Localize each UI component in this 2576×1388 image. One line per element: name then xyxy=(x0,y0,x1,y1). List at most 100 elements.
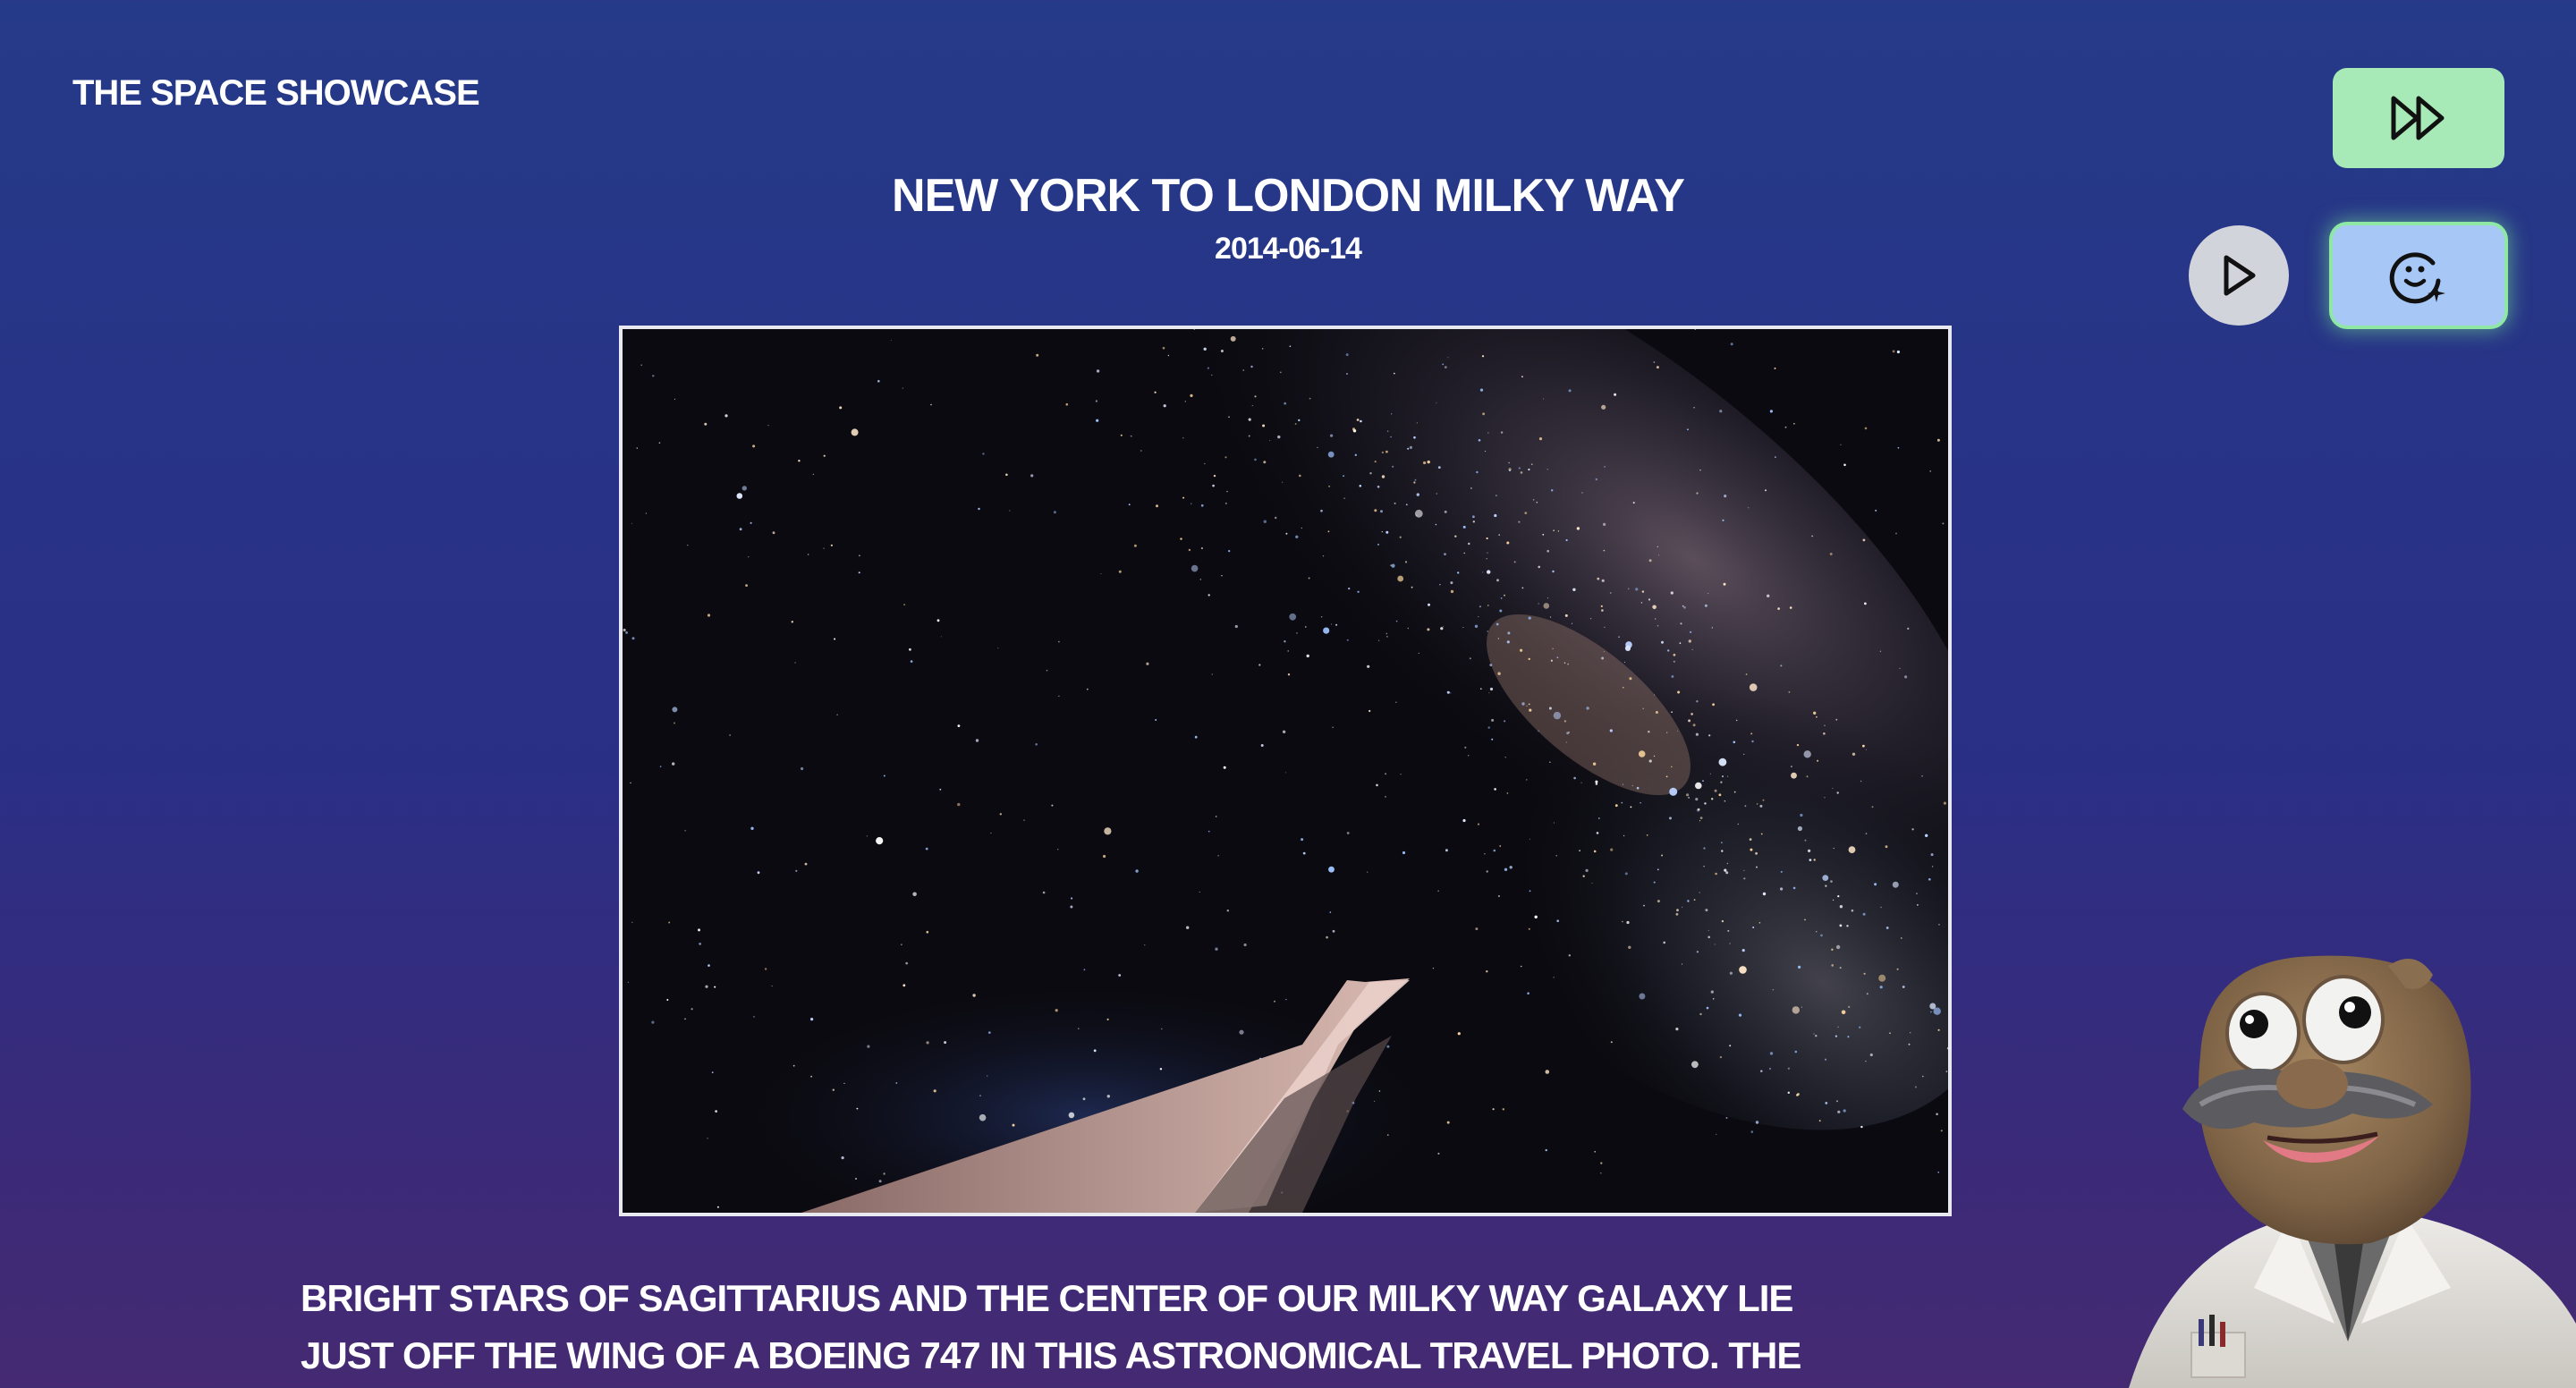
star xyxy=(1217,855,1219,857)
star xyxy=(1180,537,1182,540)
star xyxy=(1648,559,1652,563)
star xyxy=(856,1107,859,1110)
star xyxy=(1263,520,1267,523)
star xyxy=(1155,719,1157,721)
star xyxy=(1839,967,1842,969)
star xyxy=(659,766,662,767)
star xyxy=(1494,788,1496,791)
star xyxy=(631,522,632,524)
star xyxy=(1369,472,1372,475)
star xyxy=(1661,640,1664,644)
star xyxy=(1096,369,1100,373)
star xyxy=(1248,435,1250,437)
star xyxy=(979,1095,981,1096)
star xyxy=(1772,989,1774,991)
star xyxy=(1618,636,1620,638)
star xyxy=(1507,631,1511,635)
star xyxy=(1829,553,1833,555)
star xyxy=(691,1008,693,1011)
star xyxy=(1546,597,1549,599)
star xyxy=(1835,718,1838,721)
star xyxy=(1343,497,1345,499)
star xyxy=(1520,471,1523,474)
star xyxy=(1411,586,1413,588)
star xyxy=(1936,1113,1938,1116)
star xyxy=(1938,924,1940,926)
star xyxy=(1879,986,1883,989)
star xyxy=(1387,430,1389,432)
star xyxy=(1769,1068,1771,1070)
star xyxy=(1204,462,1206,465)
star xyxy=(1450,589,1454,594)
star xyxy=(1825,884,1827,887)
site-title: THE SPACE SHOWCASE xyxy=(72,73,480,113)
star xyxy=(1928,878,1931,881)
star xyxy=(1943,801,1946,805)
star xyxy=(1254,458,1257,461)
star xyxy=(1696,951,1699,953)
star xyxy=(1610,1041,1613,1044)
star xyxy=(1190,394,1193,397)
star xyxy=(1327,530,1330,533)
star xyxy=(902,387,904,389)
star xyxy=(1840,444,1842,445)
star xyxy=(1880,906,1882,909)
star xyxy=(1487,432,1489,434)
star xyxy=(1885,927,1889,929)
star xyxy=(1497,672,1501,675)
star xyxy=(940,636,942,638)
star xyxy=(810,1075,812,1078)
star xyxy=(1161,1028,1163,1030)
assistant-button[interactable] xyxy=(2333,225,2504,326)
skip-button[interactable] xyxy=(2333,68,2504,168)
star xyxy=(1922,1075,1924,1078)
star xyxy=(1506,792,1509,794)
star xyxy=(791,621,793,623)
star xyxy=(1712,998,1715,1000)
star xyxy=(1695,732,1699,736)
star xyxy=(1699,817,1703,819)
star xyxy=(1715,872,1717,876)
star xyxy=(901,944,902,945)
star xyxy=(975,739,979,742)
star xyxy=(1878,974,1886,982)
star xyxy=(1722,775,1724,778)
star xyxy=(645,512,647,514)
star xyxy=(623,628,626,632)
star xyxy=(1871,806,1874,808)
star xyxy=(1457,1032,1461,1036)
star xyxy=(1500,431,1504,434)
star xyxy=(1395,701,1397,703)
star xyxy=(912,892,917,897)
star xyxy=(1380,510,1383,513)
star xyxy=(750,521,752,524)
star xyxy=(1769,410,1773,413)
star xyxy=(1354,453,1357,456)
star xyxy=(1394,502,1396,504)
star xyxy=(1140,450,1142,452)
star xyxy=(1385,773,1386,775)
star xyxy=(1301,838,1304,842)
star xyxy=(640,364,642,366)
play-button[interactable] xyxy=(2189,225,2289,326)
star xyxy=(1486,870,1488,873)
star xyxy=(1836,791,1839,794)
star xyxy=(1462,525,1466,529)
star xyxy=(1162,346,1165,350)
apod-description: Bright stars of Sagittarius and the cent… xyxy=(301,1277,1801,1376)
star xyxy=(748,556,750,558)
star xyxy=(1595,478,1598,481)
star xyxy=(1444,510,1447,513)
star xyxy=(1851,909,1854,912)
star xyxy=(1520,965,1522,968)
star xyxy=(1135,869,1139,873)
apod-header: NEW YORK TO LONDON MILKY WAY 2014-06-14 xyxy=(617,163,1959,268)
star xyxy=(1601,404,1606,410)
star xyxy=(1631,784,1633,787)
star xyxy=(1567,663,1569,665)
star xyxy=(1642,707,1644,709)
star xyxy=(1707,593,1709,594)
star xyxy=(792,1064,795,1067)
star xyxy=(1604,466,1606,468)
star xyxy=(1289,345,1292,347)
